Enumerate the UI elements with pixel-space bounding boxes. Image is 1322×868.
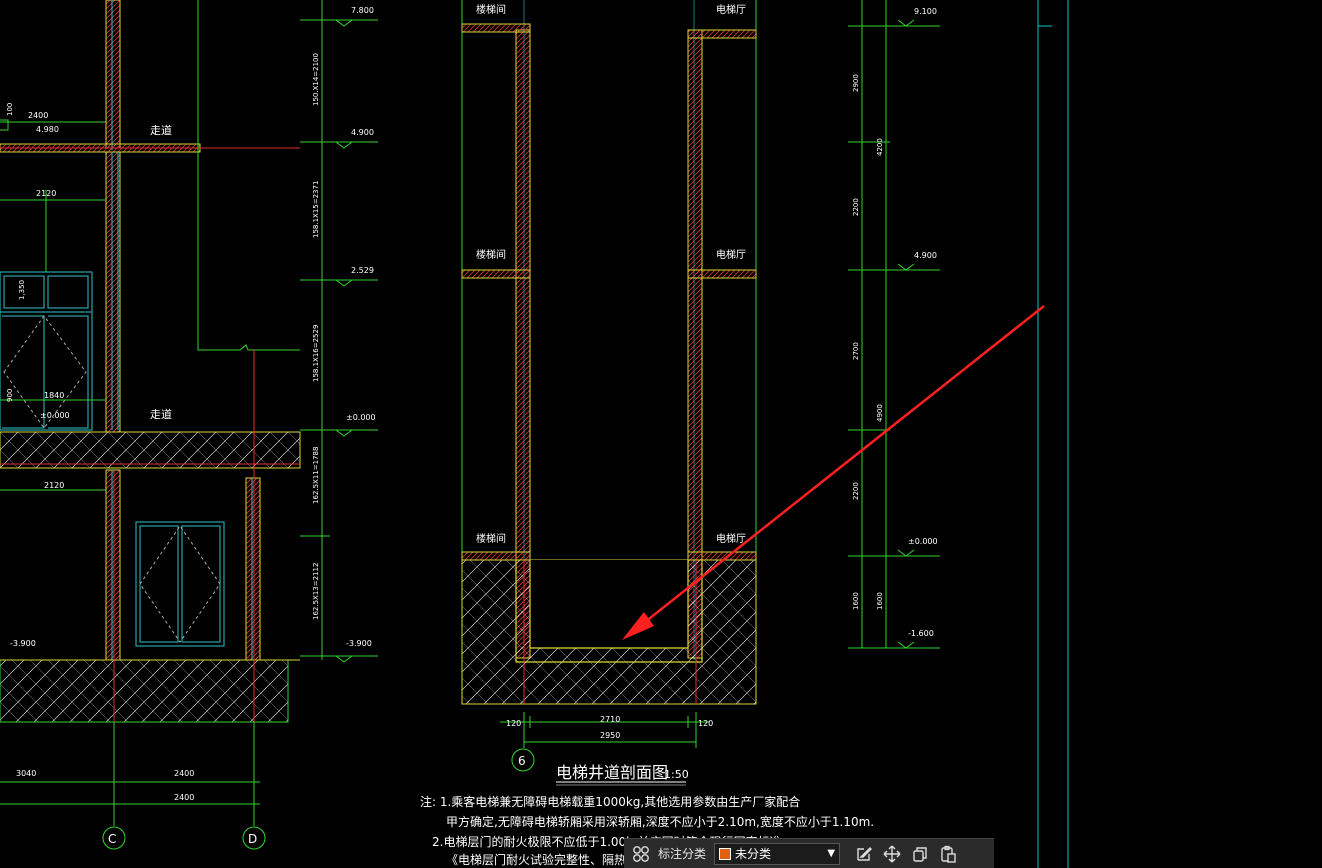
chevron-down-icon: ▼ — [827, 848, 836, 859]
dim-1350: 1,350 — [18, 280, 26, 300]
vdim-2: 158.1X15=2371 — [312, 181, 320, 238]
dim-3040: 3040 — [16, 769, 36, 778]
dim-120-right: 120 — [698, 719, 713, 728]
corridor-label-upper: 走道 — [150, 123, 172, 137]
vdim-4200: 4200 — [876, 138, 884, 156]
elevator-shaft-section — [461, 0, 757, 786]
room-hall-2: 电梯厅 — [716, 248, 746, 261]
vdim-3: 158.1X16=2529 — [312, 325, 320, 382]
elev-000-right: ±0.000 — [908, 537, 938, 546]
edit-icon[interactable] — [850, 841, 878, 867]
grid-icon[interactable] — [630, 843, 652, 865]
elev-m3900-mid: -3.900 — [346, 639, 372, 648]
dim-1840: 1840 — [44, 391, 64, 400]
annotation-arrow[interactable] — [622, 305, 1045, 640]
annotation-toolbar: 标注分类 未分类 ▼ — [624, 838, 994, 868]
paste-icon[interactable] — [934, 841, 962, 867]
dim-2400-b: 2400 — [174, 769, 194, 778]
elev-m1600: -1.600 — [908, 629, 934, 638]
elev-4900-right: 4.900 — [914, 251, 937, 260]
vdim-1600a: 1600 — [852, 592, 860, 610]
category-select[interactable]: 未分类 ▼ — [714, 842, 841, 865]
vdim-1: 150.X14=2100 — [312, 53, 320, 106]
vdim-1600b: 1600 — [876, 592, 884, 610]
vdim-2900: 2900 — [852, 74, 860, 92]
room-hall-1: 电梯厅 — [716, 3, 746, 16]
vdim-5: 162.5X13=2112 — [312, 563, 320, 620]
drawing-title: 电梯井道剖面图 — [556, 763, 668, 782]
dim-2400-c: 2400 — [174, 793, 194, 802]
room-stair-1: 楼梯间 — [476, 3, 506, 16]
dim-2120-b: 2120 — [44, 481, 64, 490]
vdim-2700: 2700 — [852, 342, 860, 360]
dim-2710: 2710 — [600, 715, 620, 724]
dim-900: 900 — [6, 389, 14, 402]
move-icon[interactable] — [878, 841, 906, 867]
elev-m3900-left: -3.900 — [10, 639, 36, 648]
note-line-2: 甲方确定,无障碍电梯轿厢采用深轿厢,深度不应小于2.10m,宽度不应小于1.10… — [446, 814, 874, 829]
axis-d-label: D — [248, 832, 257, 846]
axis-c-label: C — [108, 832, 116, 846]
room-stair-3: 楼梯间 — [476, 532, 506, 545]
elev-7800: 7.800 — [351, 6, 374, 15]
vdim-4900: 4900 — [876, 404, 884, 422]
elev-4980: 4.980 — [36, 125, 59, 134]
elev-000-left: ±0.000 — [40, 411, 70, 420]
category-select-value: 未分类 — [735, 847, 772, 861]
note-line-1: 注: 1.乘客电梯兼无障碍电梯载重1000kg,其他选用参数由生产厂家配合 — [420, 794, 800, 809]
right-dimension-labels: 9.100 4.900 ±0.000 -1.600 2900 2200 4200… — [852, 7, 938, 638]
elev-9100: 9.100 — [914, 7, 937, 16]
vdim-4: 162.5X11=1788 — [312, 447, 320, 504]
dim-2950: 2950 — [600, 731, 620, 740]
dim-2400-top: 2400 — [28, 111, 48, 120]
note-line-4: 《电梯层门耐火试验完整性、隔热性和 — [446, 852, 650, 867]
elev-2529: 2.529 — [351, 266, 374, 275]
annotation-category-label: 标注分类 — [658, 847, 707, 861]
dim-120-left: 120 — [506, 719, 521, 728]
drawing-scale: 1:50 — [664, 768, 689, 781]
room-hall-3: 电梯厅 — [716, 532, 746, 545]
copy-icon[interactable] — [906, 841, 934, 867]
vdim-2200b: 2200 — [852, 482, 860, 500]
vdim-2200a: 2200 — [852, 198, 860, 216]
category-color-swatch — [719, 847, 732, 860]
corridor-label-lower: 走道 — [150, 407, 172, 421]
elev-4900-left: 4.900 — [351, 128, 374, 137]
elev-000-mid: ±0.000 — [346, 413, 376, 422]
dim-100: 100 — [6, 103, 14, 116]
room-stair-2: 楼梯间 — [476, 248, 506, 261]
dim-2120-a: 2120 — [36, 189, 56, 198]
callout-number: 6 — [518, 754, 526, 768]
cad-drawing-canvas[interactable]: 走道 走道 2400 2120 2120 1840 4.980 ±0.000 -… — [0, 0, 1322, 868]
